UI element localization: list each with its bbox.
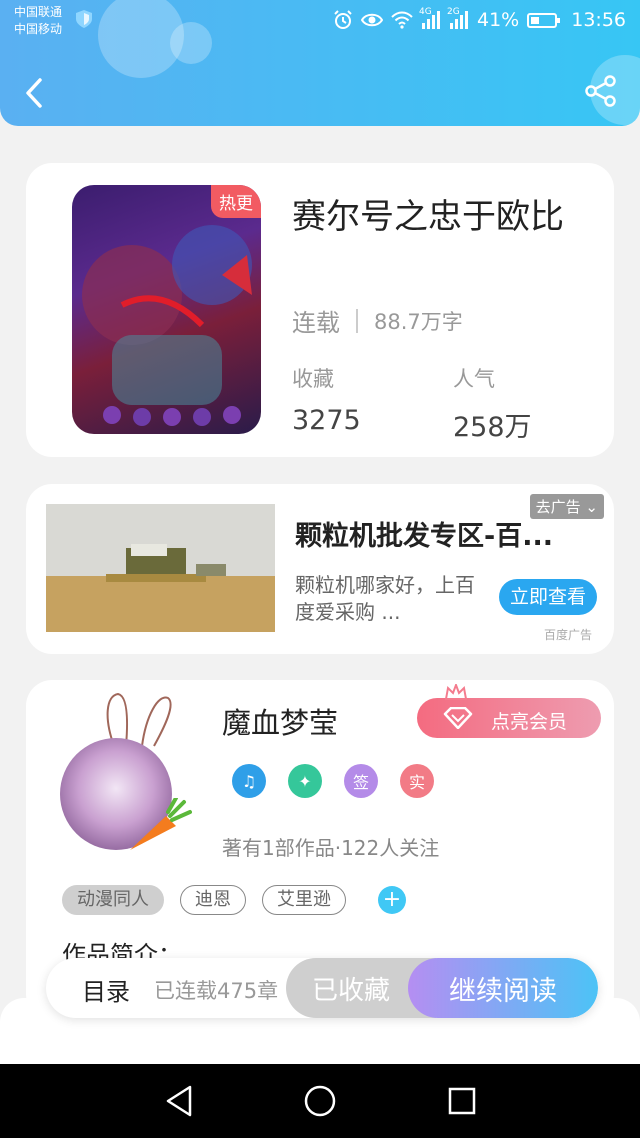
chapter-count[interactable]: 已连载475章 (154, 975, 278, 1005)
clock: 13:56 (571, 9, 626, 31)
book-title: 赛尔号之忠于欧比 (292, 197, 564, 237)
nav-back-icon[interactable] (164, 1084, 194, 1118)
author-name[interactable]: 魔血梦莹 (222, 700, 338, 742)
toc-button[interactable]: 目录 (82, 972, 130, 1007)
popularity-label: 人气 (453, 367, 495, 391)
ad-view-button[interactable]: 立即查看 (499, 579, 597, 615)
book-meta: 连载 88.7万字 (292, 303, 463, 338)
music-note-icon[interactable]: ♫ (232, 764, 266, 798)
favorited-label: 已收藏 (311, 975, 390, 1006)
carrot-decoration (130, 798, 192, 850)
vip-label: 点亮会员 (491, 711, 568, 733)
serial-status: 连载 (292, 309, 340, 337)
ad-image[interactable] (46, 504, 275, 632)
book-info-card: 热更 赛尔号之忠于欧比 连载 88.7万字 收藏 3275 人气 258万 (26, 163, 614, 457)
nav-home-icon[interactable] (303, 1084, 337, 1118)
remove-ad-button[interactable]: 去广告 ⌄ (529, 494, 604, 519)
harvester-image (46, 504, 275, 632)
carrier-names: 中国联通 中国移动 (14, 4, 62, 38)
author-stats: 著有1部作品·122人关注 (222, 836, 440, 860)
ad-description: 颗粒机哪家好，上百度爱采购 ... (295, 573, 475, 624)
vip-button[interactable]: 点亮会员 (417, 684, 601, 738)
eye-icon (361, 13, 383, 27)
nav-recents-icon[interactable] (447, 1086, 477, 1116)
word-count: 88.7万字 (374, 309, 463, 334)
crown-icon (445, 684, 467, 700)
tag-item[interactable]: 动漫同人 (62, 885, 164, 915)
tag-item[interactable]: 迪恩 (180, 885, 246, 915)
action-bar: 目录 已连载475章 已收藏 继续阅读 (46, 958, 598, 1018)
shield-icon (76, 10, 92, 28)
wifi-icon (391, 11, 413, 29)
favorites-stat: 收藏 3275 (292, 363, 361, 436)
ad-source: 百度广告 (543, 628, 592, 642)
tag-item[interactable]: 艾里逊 (262, 885, 346, 915)
diamond-icon (443, 707, 473, 729)
hot-update-badge: 热更 (211, 185, 261, 218)
favorites-value: 3275 (292, 405, 361, 436)
continue-reading-button[interactable]: 继续阅读 (408, 958, 598, 1018)
status-icons: 4G 2G 41% 13:56 (333, 7, 626, 31)
header: 中国联通 中国移动 4G 2G 41% 13:56 (0, 0, 640, 126)
status-bar: 中国联通 中国移动 4G 2G 41% 13:56 (0, 0, 640, 44)
alarm-icon (334, 10, 352, 29)
remove-ad-label: 去广告 (535, 498, 581, 516)
popularity-value: 258万 (453, 412, 532, 443)
carrier-2: 中国移动 (14, 22, 63, 36)
chevron-down-icon: ⌄ (585, 498, 598, 516)
ad-card[interactable]: 颗粒机批发专区-百... 颗粒机哪家好，上百度爱采购 ... 去广告 ⌄ 立即查… (26, 484, 614, 654)
carrier-1: 中国联通 (14, 5, 63, 19)
battery-icon (527, 12, 561, 28)
favorites-label: 收藏 (292, 367, 334, 391)
signal-2: 2G (447, 7, 469, 29)
popularity-stat: 人气 258万 (453, 363, 532, 444)
author-badges: ♫ ✦ 签 实 (232, 764, 434, 798)
signal-1: 4G (419, 7, 441, 29)
network-type-2: 2G (447, 7, 460, 17)
battery-percent: 41% (477, 9, 520, 31)
ad-title[interactable]: 颗粒机批发专区-百... (295, 514, 585, 553)
sign-in-badge[interactable]: 签 (344, 764, 378, 798)
book-cover[interactable]: 热更 (72, 185, 261, 434)
system-nav-bar (0, 1064, 640, 1138)
divider (356, 308, 358, 333)
handshake-icon[interactable]: ✦ (288, 764, 322, 798)
cover-art-image (82, 225, 252, 426)
share-icon[interactable] (584, 74, 618, 108)
tag-list: 动漫同人 迪恩 艾里逊 + (62, 885, 406, 915)
chevron-left-icon[interactable] (20, 76, 50, 110)
network-type-1: 4G (419, 7, 432, 17)
verified-badge[interactable]: 实 (400, 764, 434, 798)
add-tag-button[interactable]: + (378, 886, 406, 914)
